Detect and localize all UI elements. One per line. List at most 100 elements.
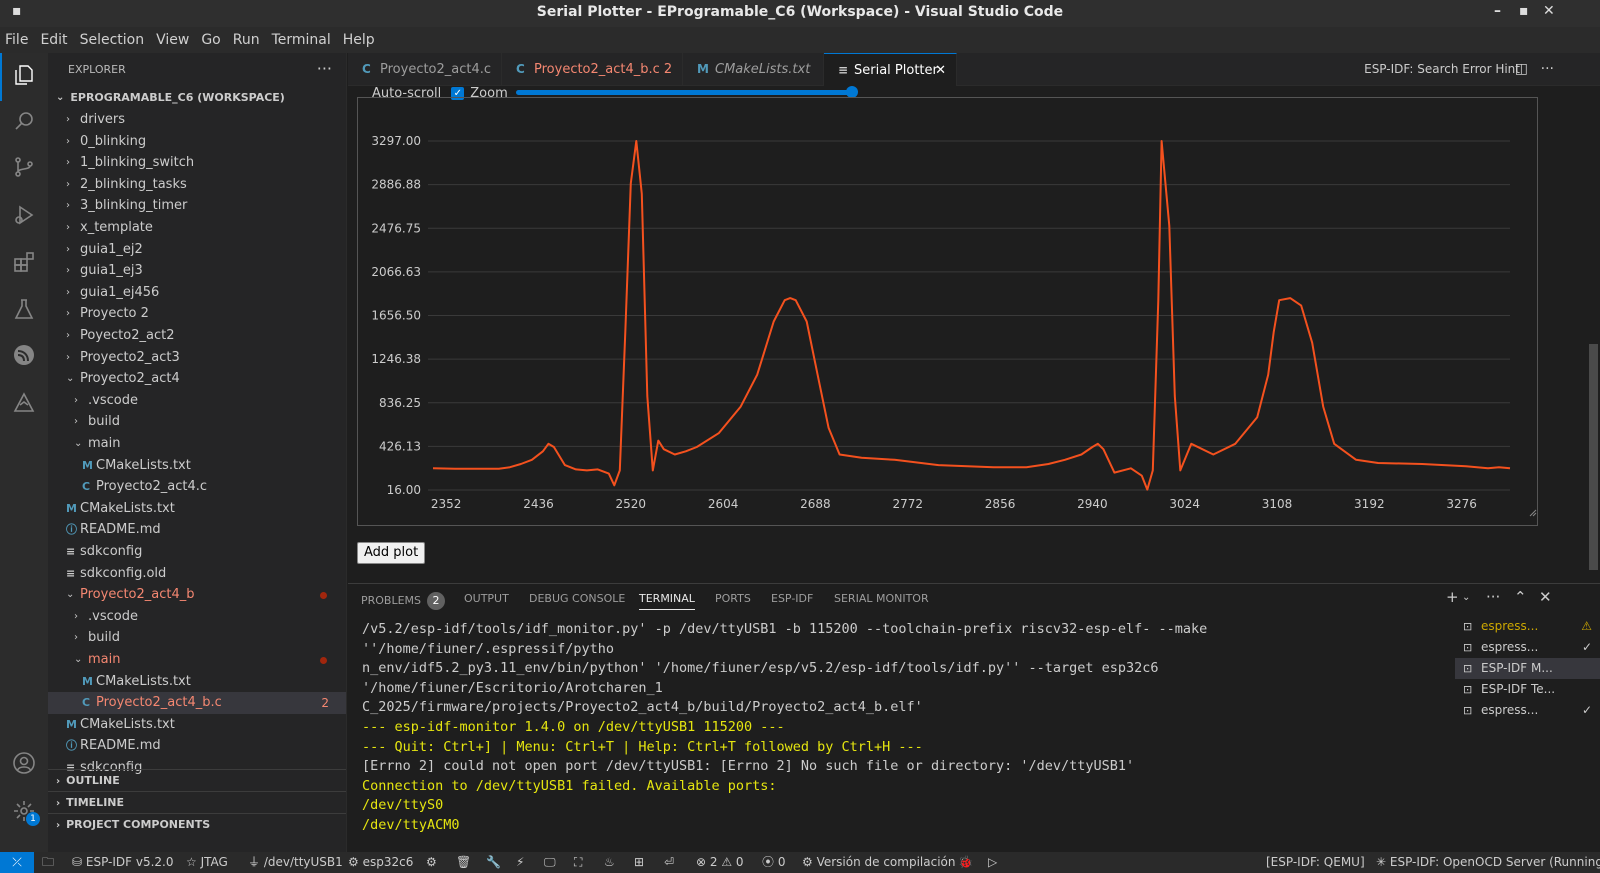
extensions-icon[interactable] (12, 251, 36, 275)
tree-item[interactable]: › x_template (48, 217, 346, 239)
tree-item[interactable]: › 3_blinking_timer (48, 195, 346, 217)
accounts-icon[interactable] (12, 751, 36, 775)
jtag-item[interactable]: ☆ JTAG (186, 852, 228, 873)
tree-item[interactable]: › guia1_ej3 (48, 260, 346, 282)
tree-item[interactable]: › 2_blinking_tasks (48, 174, 346, 196)
explorer-icon[interactable] (12, 63, 36, 87)
terminal-instance[interactable]: ⊡ espress... ⚠ (1455, 616, 1600, 637)
testing-icon[interactable] (12, 297, 36, 321)
qemu-status[interactable]: [ESP-IDF: QEMU] (1266, 852, 1365, 873)
tree-item[interactable]: › drivers (48, 109, 346, 131)
problems-status[interactable]: ⊗ 2 ⚠ 0 (696, 852, 744, 873)
terminal-instance[interactable]: ⊡ espress... ✓ (1455, 700, 1600, 721)
more-actions-icon[interactable]: ··· (317, 59, 332, 78)
tab-cmakelists[interactable]: M CMakeLists.txt (683, 53, 824, 86)
remote-icon[interactable]: ⤫ (0, 852, 34, 873)
tree-item[interactable]: ⌄ Proyecto2_act4_b (48, 584, 346, 606)
tree-item[interactable]: › 1_blinking_switch (48, 152, 346, 174)
sdkconfig-gear-icon[interactable]: ⚙ (426, 852, 437, 873)
tree-item[interactable]: › Poyecto2_act2 (48, 325, 346, 347)
tab-problems[interactable]: PROBLEMS 2 (361, 592, 446, 610)
menu-edit[interactable]: Edit (40, 32, 67, 48)
tree-item[interactable]: › guia1_ej456 (48, 282, 346, 304)
ports-status[interactable]: ⦿ 0 (762, 852, 785, 873)
close-tab-icon[interactable]: ✕ (935, 54, 946, 87)
chevron-down-icon[interactable]: ⌄ (1462, 592, 1470, 603)
fire-icon[interactable]: ♨ (604, 852, 615, 873)
split-editor-icon[interactable]: ◫ (1515, 53, 1528, 86)
build-version[interactable]: ⚙ Versión de compilación (802, 852, 955, 873)
tree-item[interactable]: › build (48, 411, 346, 433)
resize-handle[interactable] (1529, 509, 1537, 517)
open-folder-icon[interactable]: ⛶ (574, 852, 582, 873)
tree-item[interactable]: M CMakeLists.txt (48, 714, 346, 736)
tree-item[interactable]: ⌄ main (48, 433, 346, 455)
tab-terminal[interactable]: TERMINAL (639, 592, 695, 610)
tree-item[interactable]: › Proyecto 2 (48, 303, 346, 325)
platformio-icon[interactable] (12, 391, 36, 415)
menu-help[interactable]: Help (343, 32, 375, 48)
tree-item[interactable]: ⓘ README.md (48, 519, 346, 541)
tree-item[interactable]: ≡ sdkconfig (48, 541, 346, 563)
tree-item[interactable]: › 0_blinking (48, 131, 346, 153)
esp-idf-search-error-hint[interactable]: ESP-IDF: Search Error Hint (1364, 53, 1520, 86)
tree-item[interactable]: › .vscode (48, 390, 346, 412)
monitor-icon[interactable]: 🖵 (544, 852, 556, 873)
menu-terminal[interactable]: Terminal (272, 32, 331, 48)
tree-item[interactable]: ⌄ main (48, 649, 346, 671)
tree-item[interactable]: › .vscode (48, 606, 346, 628)
tab-debug-console[interactable]: DEBUG CONSOLE (529, 592, 625, 605)
folder-icon[interactable]: 🗀 (42, 852, 54, 873)
menu-file[interactable]: File (5, 32, 28, 48)
search-icon[interactable] (12, 109, 36, 133)
maximize-panel-icon[interactable]: ⌃ (1514, 588, 1527, 606)
tree-item[interactable]: ≡ sdkconfig.old (48, 563, 346, 585)
menu-run[interactable]: Run (233, 32, 260, 48)
maximize-icon[interactable]: ▪ (1519, 3, 1529, 19)
clean-trash-icon[interactable]: 🗑 (456, 852, 471, 873)
tree-item[interactable]: C Proyecto2_act4.c (48, 476, 346, 498)
tree-item[interactable]: ⌄ Proyecto2_act4 (48, 368, 346, 390)
serial-port-item[interactable]: ⏚ /dev/ttyUSB1 (248, 852, 343, 873)
play-icon[interactable]: ▷ (988, 852, 997, 873)
tree-item[interactable]: M CMakeLists.txt (48, 498, 346, 520)
close-panel-icon[interactable]: ✕ (1539, 588, 1552, 606)
debug-bug-icon[interactable]: 🐞 (958, 852, 973, 873)
add-plot-button[interactable]: Add plot (357, 542, 426, 564)
tab-ports[interactable]: PORTS (715, 592, 751, 605)
editor-scrollbar[interactable] (1589, 344, 1598, 570)
tab-serial-monitor[interactable]: SERIAL MONITOR (834, 592, 929, 605)
more-actions-icon[interactable]: ··· (1541, 53, 1554, 86)
outline-section[interactable]: › OUTLINE (48, 769, 346, 791)
more-actions-icon[interactable]: ··· (1486, 588, 1500, 606)
workspace-header[interactable]: ⌄ EPROGRAMABLE_C6 (WORKSPACE) (48, 86, 346, 108)
menu-selection[interactable]: Selection (80, 32, 145, 48)
tab-proyecto2-act4-b-c[interactable]: C Proyecto2_act4_b.c 2 (502, 53, 683, 86)
run-debug-icon[interactable] (12, 203, 36, 227)
tree-item[interactable]: ⓘ README.md (48, 735, 346, 757)
close-window-icon[interactable]: ✕ (1543, 3, 1555, 19)
tree-item[interactable]: M CMakeLists.txt (48, 455, 346, 477)
esp-idf-version[interactable]: ⛁ ESP-IDF v5.2.0 (72, 852, 174, 873)
flash-icon[interactable]: ⚡ (516, 852, 524, 873)
build-wrench-icon[interactable]: 🔧 (486, 852, 501, 873)
tree-item[interactable]: C Proyecto2_act4_b.c 2 (48, 692, 346, 715)
tree-item[interactable]: › Proyecto2_act3 (48, 347, 346, 369)
tab-serial-plotter[interactable]: ≡ Serial Plotter ✕ (824, 53, 957, 86)
minimize-icon[interactable]: – (1494, 3, 1501, 19)
new-terminal-icon[interactable]: + (1446, 588, 1459, 606)
tree-item[interactable]: › guia1_ej2 (48, 239, 346, 261)
tree-item[interactable]: › build (48, 627, 346, 649)
menu-go[interactable]: Go (201, 32, 220, 48)
target-item[interactable]: ⚙ esp32c6 (348, 852, 413, 873)
openocd-status[interactable]: ✳ ESP-IDF: OpenOCD Server (Running) (1376, 852, 1600, 873)
project-components-section[interactable]: › PROJECT COMPONENTS (48, 813, 346, 835)
timeline-section[interactable]: › TIMELINE (48, 791, 346, 813)
terminal-output[interactable]: /v5.2/esp-idf/tools/idf_monitor.py' -p /… (362, 620, 1437, 873)
tree-item[interactable]: M CMakeLists.txt (48, 671, 346, 693)
terminal-icon[interactable]: ⊞ (634, 852, 644, 873)
tab-esp-idf[interactable]: ESP-IDF (771, 592, 813, 605)
tab-output[interactable]: OUTPUT (464, 592, 509, 605)
terminal-instance[interactable]: ⊡ espress... ✓ (1455, 637, 1600, 658)
terminal-instance[interactable]: ⊡ ESP-IDF M... (1455, 658, 1600, 679)
